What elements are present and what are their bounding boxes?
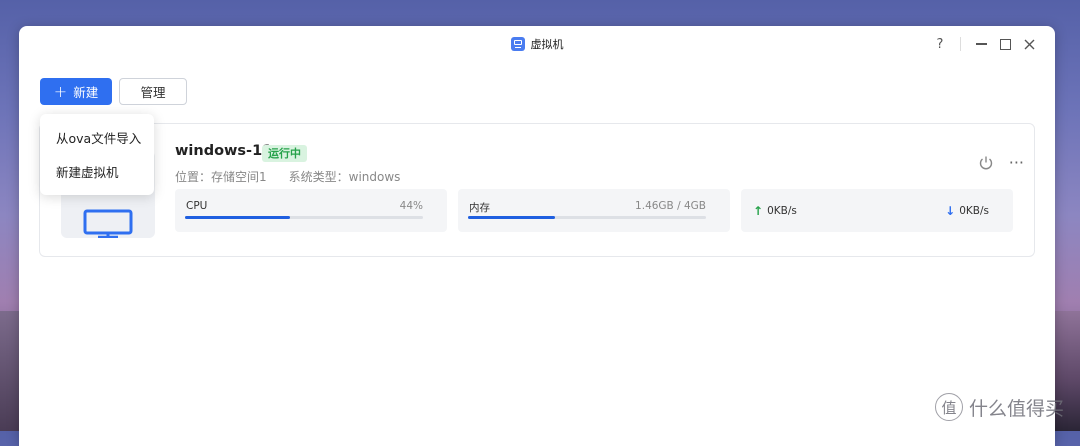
watermark-logo: 值 bbox=[934, 393, 963, 421]
vm-card[interactable]: windows-11 运行中 位置：存储空间1 系统类型：windows ···… bbox=[39, 123, 1035, 257]
manage-button[interactable]: 管理 bbox=[119, 78, 187, 105]
upload-rate: ↑ 0KB/s bbox=[753, 204, 797, 218]
more-options-icon[interactable]: ··· bbox=[1009, 155, 1024, 171]
vm-os-type: 系统类型：windows bbox=[288, 170, 401, 184]
cpu-bar-track bbox=[185, 216, 423, 219]
card-actions: ··· bbox=[977, 154, 1024, 172]
network-metric: ↑ 0KB/s ↓ 0KB/s bbox=[741, 189, 1013, 232]
cpu-metric: CPU 44% bbox=[175, 189, 447, 232]
window-title-group: 虚拟机 bbox=[19, 26, 1055, 62]
vm-app-window: 虚拟机 ? + 新建 管理 windows-11 运行中 位置：存储空间1 系统… bbox=[19, 26, 1055, 446]
memory-value: 1.46GB / 4GB bbox=[635, 200, 706, 212]
vm-meta: 位置：存储空间1 系统类型：windows bbox=[175, 168, 400, 185]
cpu-value: 44% bbox=[399, 200, 423, 212]
arrow-down-icon: ↓ bbox=[945, 204, 956, 218]
status-badge: 运行中 bbox=[262, 145, 307, 162]
watermark-text: 什么值得买 bbox=[968, 397, 1064, 420]
cpu-label: CPU bbox=[186, 200, 208, 212]
memory-bar-fill bbox=[468, 216, 555, 219]
power-icon[interactable] bbox=[977, 154, 995, 172]
minimize-icon bbox=[975, 43, 987, 45]
new-dropdown-menu: 从ova文件导入 新建虚拟机 bbox=[40, 114, 154, 195]
vm-location: 位置：存储空间1 bbox=[175, 170, 267, 184]
close-icon bbox=[1024, 39, 1034, 49]
memory-metric: 内存 1.46GB / 4GB bbox=[458, 189, 730, 232]
window-title: 虚拟机 bbox=[530, 38, 564, 51]
upload-value: 0KB/s bbox=[767, 205, 797, 217]
vm-app-icon bbox=[510, 37, 525, 51]
help-button[interactable]: ? bbox=[928, 32, 952, 56]
memory-bar-track bbox=[468, 216, 706, 219]
toolbar: + 新建 管理 bbox=[40, 78, 187, 105]
close-button[interactable] bbox=[1017, 32, 1041, 56]
memory-label: 内存 bbox=[469, 202, 490, 214]
monitor-icon bbox=[83, 209, 133, 238]
watermark: 值 什么值得买 bbox=[934, 393, 1064, 421]
new-button[interactable]: + 新建 bbox=[40, 78, 112, 105]
window-controls: ? bbox=[928, 26, 1041, 62]
download-value: 0KB/s bbox=[959, 205, 989, 217]
cpu-bar-fill bbox=[185, 216, 290, 219]
vm-name: windows-11 bbox=[175, 143, 273, 159]
new-button-label: 新建 bbox=[73, 85, 99, 100]
maximize-icon bbox=[999, 38, 1011, 50]
arrow-up-icon: ↑ bbox=[753, 204, 764, 218]
maximize-button[interactable] bbox=[993, 32, 1017, 56]
menu-item-import-ova[interactable]: 从ova文件导入 bbox=[40, 120, 154, 154]
minimize-button[interactable] bbox=[969, 32, 993, 56]
controls-divider bbox=[960, 37, 961, 51]
title-bar: 虚拟机 ? bbox=[19, 26, 1055, 62]
plus-icon: + bbox=[53, 81, 68, 101]
menu-item-new-vm[interactable]: 新建虚拟机 bbox=[40, 154, 154, 188]
download-rate: ↓ 0KB/s bbox=[945, 204, 989, 218]
